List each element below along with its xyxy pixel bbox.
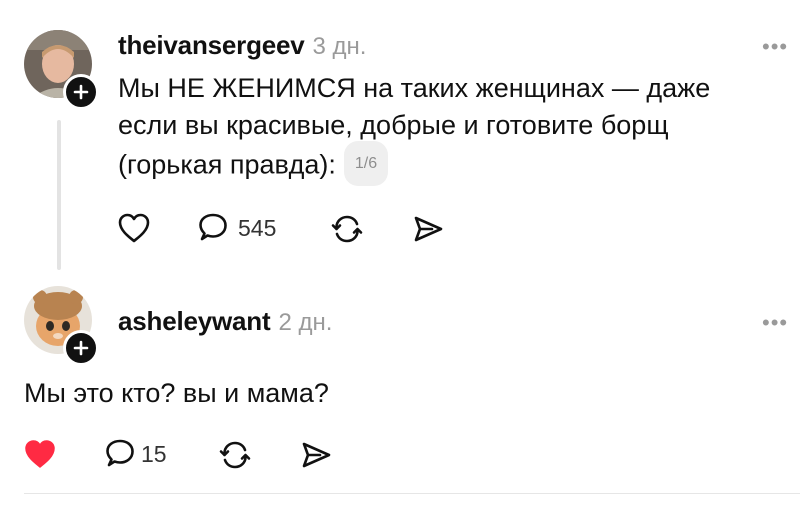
post-text-line: Мы НЕ ЖЕНИМСЯ на таких женщинах — даже — [118, 73, 711, 103]
share-send-icon[interactable] — [411, 213, 445, 250]
reply-timestamp: 2 дн. — [278, 309, 333, 336]
post-more-options-button[interactable]: ••• — [762, 34, 788, 60]
reply-count: 545 — [238, 214, 277, 241]
reply-username[interactable]: asheleywant — [118, 306, 271, 336]
reply-text: Мы это кто? вы и мама? — [24, 378, 329, 408]
post-text: Мы НЕ ЖЕНИМСЯ на таких женщинах — даже е… — [118, 70, 778, 189]
comment-bubble-icon — [106, 439, 134, 467]
comment-bubble-icon — [199, 213, 227, 241]
post-text-line: (горькая правда): 1/6 — [118, 141, 778, 189]
reply-comment-count: 15 — [141, 440, 167, 467]
feed-divider — [24, 493, 800, 494]
repost-icon[interactable] — [330, 213, 364, 250]
post-timestamp: 3 дн. — [312, 33, 367, 60]
follow-plus-button[interactable] — [63, 330, 99, 366]
reply-button[interactable]: 545 — [196, 211, 276, 245]
repost-icon[interactable] — [218, 439, 252, 476]
follow-plus-button[interactable] — [63, 74, 99, 110]
heart-filled-icon[interactable] — [23, 438, 57, 475]
post-username[interactable]: theivansergeev — [118, 30, 305, 60]
heart-outline-icon[interactable] — [117, 212, 151, 249]
share-send-icon[interactable] — [299, 439, 333, 476]
media-pager-badge: 1/6 — [343, 141, 389, 186]
post-header: theivansergeev 3 дн. — [118, 30, 366, 61]
thread-connector-line — [57, 120, 61, 270]
post-text-line: если вы красивые, добрые и готовите борщ — [118, 110, 669, 140]
reply-comment-button[interactable]: 15 — [103, 437, 167, 471]
reply-more-options-button[interactable]: ••• — [762, 310, 788, 336]
post-text-line-end: (горькая правда): — [118, 149, 336, 180]
reply-header: asheleywant 2 дн. — [118, 306, 332, 337]
